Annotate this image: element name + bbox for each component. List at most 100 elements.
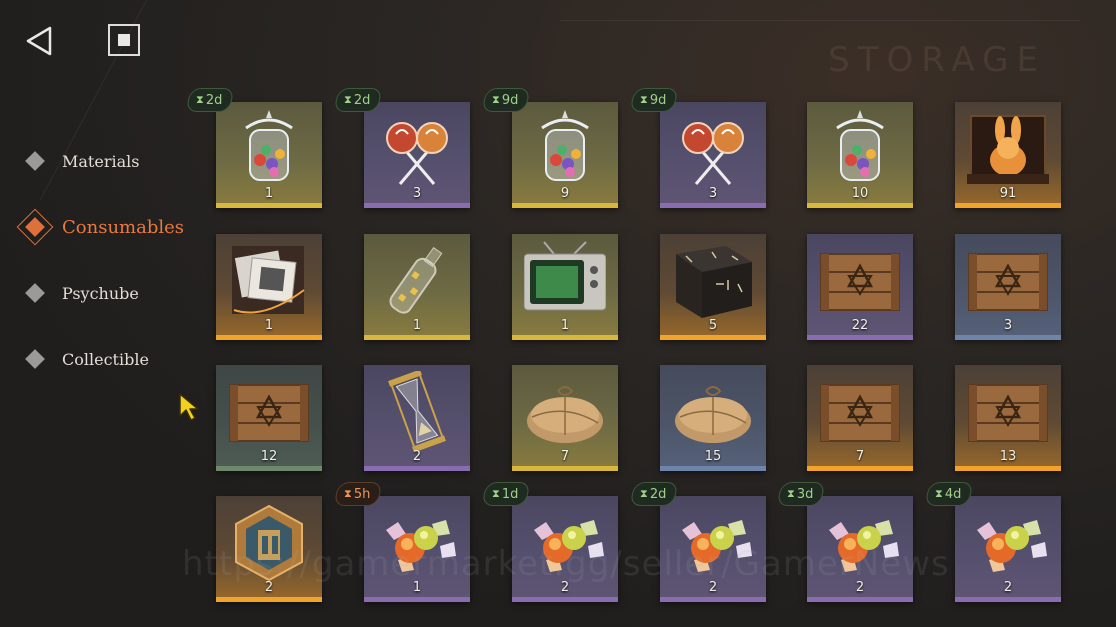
inventory-slot[interactable]: 12 xyxy=(216,365,322,471)
photo-album-box-icon xyxy=(228,240,310,320)
rarity-bar xyxy=(216,335,322,340)
rarity-bar xyxy=(807,203,913,208)
hourglass-icon: ⧗ xyxy=(344,93,352,106)
inventory-slot[interactable]: 3 xyxy=(955,234,1061,340)
item-quantity: 3 xyxy=(708,186,718,201)
stop-button[interactable] xyxy=(108,24,140,56)
inventory-slot[interactable]: 22 xyxy=(807,234,913,340)
item-quantity: 7 xyxy=(855,449,865,464)
hourglass-icon: ⧗ xyxy=(935,487,943,500)
timer-text: 9d xyxy=(501,92,519,108)
item-quantity: 9 xyxy=(560,186,570,201)
rarity-bar xyxy=(807,466,913,471)
mouse-cursor-icon xyxy=(179,393,199,421)
inventory-slot[interactable]: 3 xyxy=(364,102,470,208)
hourglass-icon xyxy=(376,369,458,453)
timer-text: 4d xyxy=(944,486,962,502)
item-quantity: 1 xyxy=(560,318,570,333)
item-quantity: 3 xyxy=(412,186,422,201)
golden-rabbit-box-icon xyxy=(967,108,1049,188)
category-label: Consumables xyxy=(62,216,185,238)
inventory-slot[interactable]: 2 xyxy=(955,496,1061,602)
candies-icon xyxy=(967,502,1049,582)
rarity-bar xyxy=(660,597,766,602)
category-menu: Materials Consumables Psychube Collectib… xyxy=(14,128,184,392)
timer-text: 3d xyxy=(796,486,814,502)
rarity-bar xyxy=(512,335,618,340)
rarity-bar xyxy=(216,203,322,208)
item-quantity: 2 xyxy=(1003,580,1013,595)
inventory-slot[interactable]: 15 xyxy=(660,365,766,471)
category-materials[interactable]: Materials xyxy=(14,128,184,194)
bg-line xyxy=(560,20,1080,21)
timer-text: 2d xyxy=(205,92,223,108)
timer-text: 2d xyxy=(353,92,371,108)
rarity-bar xyxy=(364,203,470,208)
wooden-crate-icon xyxy=(967,371,1049,451)
inventory-slot[interactable]: 91 xyxy=(955,102,1061,208)
rarity-bar xyxy=(660,203,766,208)
item-quantity: 15 xyxy=(704,449,722,464)
parcel-icon xyxy=(672,371,754,451)
inventory-slot[interactable]: 5 xyxy=(660,234,766,340)
lollipops-icon xyxy=(672,108,754,188)
back-button[interactable] xyxy=(22,24,56,58)
item-quantity: 1 xyxy=(264,318,274,333)
item-quantity: 91 xyxy=(999,186,1017,201)
item-quantity: 5 xyxy=(708,318,718,333)
inventory-slot[interactable]: 13 xyxy=(955,365,1061,471)
hourglass-icon: ⧗ xyxy=(492,93,500,106)
item-quantity: 2 xyxy=(412,449,422,464)
inventory-slot[interactable]: 9 xyxy=(512,102,618,208)
hourglass-icon: ⧗ xyxy=(196,93,204,106)
item-quantity: 10 xyxy=(851,186,869,201)
rarity-bar xyxy=(364,597,470,602)
timer-text: 9d xyxy=(649,92,667,108)
item-quantity: 13 xyxy=(999,449,1017,464)
stop-square-icon xyxy=(118,34,130,46)
inventory-slot[interactable]: 1 xyxy=(364,234,470,340)
category-psychube[interactable]: Psychube xyxy=(14,260,184,326)
category-label: Collectible xyxy=(62,349,149,369)
item-quantity: 7 xyxy=(560,449,570,464)
rarity-bar xyxy=(512,466,618,471)
inventory-slot[interactable]: 7 xyxy=(512,365,618,471)
rarity-bar xyxy=(807,597,913,602)
timer-text: 2d xyxy=(649,486,667,502)
rarity-bar xyxy=(660,335,766,340)
rarity-bar xyxy=(512,203,618,208)
inventory-slot[interactable]: 3 xyxy=(660,102,766,208)
inventory-slot[interactable]: 10 xyxy=(807,102,913,208)
inventory-slot[interactable]: 1 xyxy=(216,234,322,340)
diamond-icon xyxy=(25,283,45,303)
candy-jar-icon xyxy=(819,108,901,188)
wooden-crate-icon xyxy=(228,371,310,451)
inventory-slot[interactable]: 1 xyxy=(512,234,618,340)
category-collectible[interactable]: Collectible xyxy=(14,326,184,392)
item-quantity: 22 xyxy=(851,318,869,333)
item-quantity: 12 xyxy=(260,449,278,464)
rarity-bar xyxy=(364,466,470,471)
candy-jar-icon xyxy=(524,108,606,188)
item-quantity: 3 xyxy=(1003,318,1013,333)
timer-text: 5h xyxy=(353,486,371,502)
diamond-icon xyxy=(25,349,45,369)
category-consumables[interactable]: Consumables xyxy=(14,194,184,260)
rarity-bar xyxy=(364,335,470,340)
retro-tv-icon xyxy=(523,240,607,320)
item-quantity: 1 xyxy=(264,186,274,201)
lollipops-icon xyxy=(376,108,458,188)
inventory-slot[interactable]: 7 xyxy=(807,365,913,471)
rarity-bar xyxy=(955,597,1061,602)
rarity-bar xyxy=(955,466,1061,471)
inventory-slot[interactable]: 2 xyxy=(364,365,470,471)
category-label: Psychube xyxy=(62,283,139,303)
inventory-slot[interactable]: 1 xyxy=(216,102,322,208)
candy-jar-icon xyxy=(228,108,310,188)
rune-crate-icon xyxy=(672,240,754,320)
hourglass-icon: ⧗ xyxy=(344,487,352,500)
hourglass-icon: ⧗ xyxy=(492,487,500,500)
watermark: https://gamermarket.gg/seller/GamerNews xyxy=(182,544,950,584)
wooden-crate-icon xyxy=(819,371,901,451)
hourglass-icon: ⧗ xyxy=(787,487,795,500)
